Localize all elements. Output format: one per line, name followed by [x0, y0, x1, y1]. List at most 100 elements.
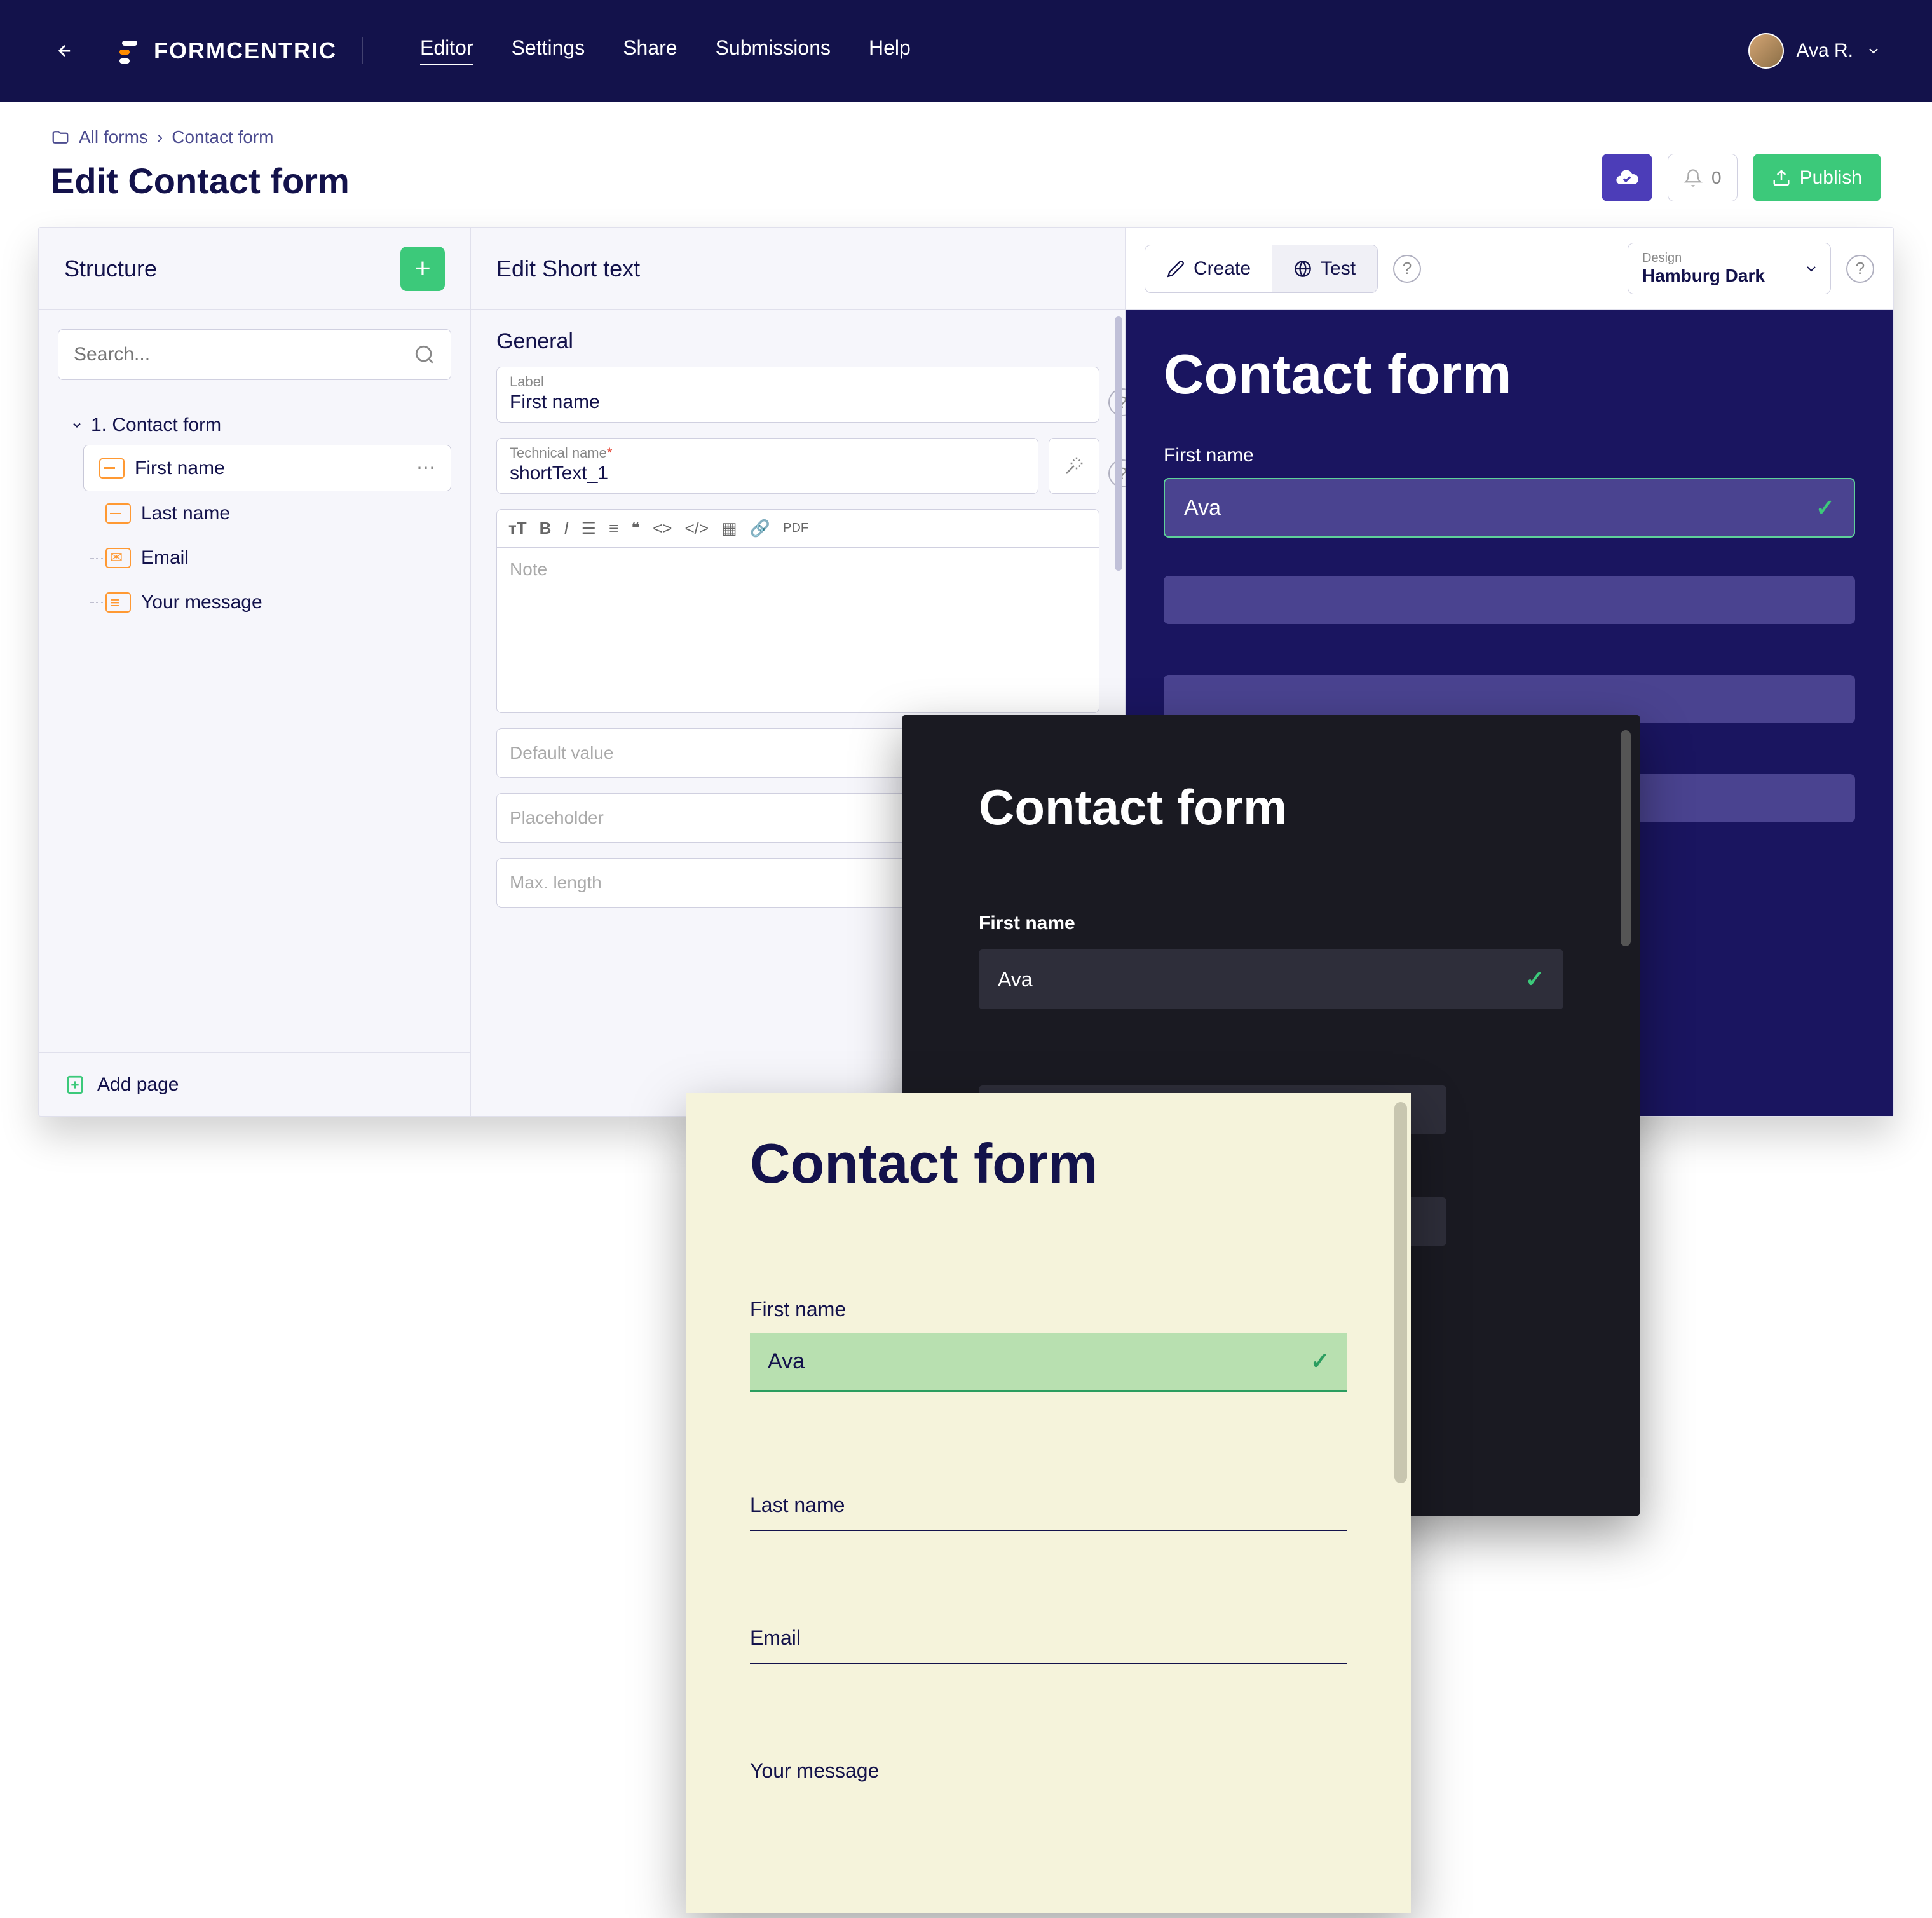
preview-frame-light: Contact form First name Ava ✓ Last name …	[686, 1093, 1411, 1913]
preview-firstname-input[interactable]: Ava ✓	[979, 949, 1563, 1009]
structure-tree: 1. Contact form First name ⋯ Last name E…	[39, 393, 470, 1052]
check-icon: ✓	[1525, 966, 1544, 993]
note-textarea[interactable]: Note	[496, 548, 1099, 713]
edit-title: Edit Short text	[496, 255, 640, 282]
preview-form-title: Contact form	[979, 779, 1563, 836]
preview-form-title: Contact form	[1164, 342, 1855, 407]
save-status-button[interactable]	[1602, 154, 1652, 201]
user-name: Ava R.	[1797, 40, 1854, 62]
preview-firstname-label: First name	[979, 913, 1563, 934]
label-input-wrap[interactable]: Label	[496, 367, 1099, 423]
section-general: General	[471, 310, 1125, 367]
breadcrumb: All forms › Contact form	[51, 127, 350, 147]
page-title: Edit Contact form	[51, 160, 350, 201]
quote-icon[interactable]: ❝	[631, 519, 640, 538]
nav-links: Editor Settings Share Submissions Help	[420, 36, 911, 65]
folder-icon	[51, 128, 70, 147]
chevron-down-icon	[1804, 261, 1819, 276]
preview-form-title: Contact form	[750, 1131, 1347, 1196]
nav-settings[interactable]: Settings	[512, 36, 585, 65]
number-list-icon[interactable]: ≡	[609, 519, 618, 538]
preview-email-input[interactable]	[750, 1661, 1347, 1664]
publish-button[interactable]: Publish	[1753, 154, 1881, 201]
tab-test[interactable]: Test	[1272, 245, 1377, 292]
logo[interactable]: FORMCENTRIC	[117, 37, 363, 64]
help-icon[interactable]: ?	[1846, 255, 1874, 283]
cloud-check-icon	[1614, 165, 1640, 191]
chevron-down-icon	[1866, 43, 1881, 58]
preview-firstname-label: First name	[1164, 445, 1855, 466]
upload-icon	[1772, 168, 1791, 187]
italic-icon[interactable]: I	[564, 519, 568, 538]
bullet-list-icon[interactable]: ☰	[582, 519, 596, 538]
label-input[interactable]	[510, 391, 1086, 413]
codeblock-icon[interactable]: </>	[685, 519, 709, 538]
structure-title: Structure	[64, 255, 157, 282]
logo-icon	[117, 38, 142, 64]
link-icon[interactable]: 🔗	[750, 519, 770, 538]
notifications-button[interactable]: 0	[1668, 154, 1738, 201]
preview-lastname-label: Last name	[750, 1493, 1347, 1517]
design-select[interactable]: Design Hamburg Dark	[1628, 243, 1831, 294]
item-menu-icon[interactable]: ⋯	[416, 457, 435, 479]
add-page-button[interactable]: Add page	[39, 1052, 470, 1116]
email-field-icon	[105, 548, 131, 568]
scrollbar[interactable]	[1394, 1102, 1407, 1483]
tree-item-message[interactable]: Your message	[90, 580, 451, 625]
tab-create[interactable]: Create	[1145, 245, 1272, 292]
tree-item-lastname[interactable]: Last name	[90, 491, 451, 536]
preview-firstname-label: First name	[750, 1298, 1347, 1321]
preview-field[interactable]	[1164, 576, 1855, 624]
code-icon[interactable]: <>	[653, 519, 672, 538]
avatar	[1748, 33, 1784, 69]
page-header: All forms › Contact form Edit Contact fo…	[0, 102, 1932, 227]
rtf-toolbar: ᴛT B I ☰ ≡ ❝ <> </> ▦ 🔗 PDF	[496, 509, 1099, 548]
check-icon: ✓	[1816, 494, 1835, 521]
nav-editor[interactable]: Editor	[420, 36, 473, 65]
check-icon: ✓	[1310, 1348, 1330, 1375]
globe-icon	[1294, 260, 1312, 278]
breadcrumb-root[interactable]: All forms	[79, 127, 148, 147]
tree-item-email[interactable]: Email	[90, 536, 451, 580]
nav-share[interactable]: Share	[623, 36, 677, 65]
scrollbar[interactable]	[1115, 316, 1122, 571]
techname-input-wrap[interactable]: Technical name*	[496, 438, 1038, 494]
techname-input[interactable]	[510, 463, 1025, 484]
publish-label: Publish	[1800, 167, 1862, 189]
help-icon[interactable]: ?	[1393, 255, 1421, 283]
breadcrumb-current: Contact form	[172, 127, 273, 147]
tree-root[interactable]: 1. Contact form	[58, 405, 451, 445]
back-button[interactable]	[51, 37, 79, 65]
search-icon	[414, 344, 435, 365]
search-input[interactable]	[74, 344, 414, 365]
pdf-icon[interactable]: PDF	[783, 521, 808, 536]
user-menu[interactable]: Ava R.	[1748, 33, 1882, 69]
text-field-icon	[105, 503, 131, 524]
pencil-icon	[1167, 260, 1185, 278]
text-field-icon	[99, 458, 125, 479]
nav-help[interactable]: Help	[869, 36, 911, 65]
preview-firstname-input[interactable]: Ava ✓	[1164, 478, 1855, 538]
top-nav: FORMCENTRIC Editor Settings Share Submis…	[0, 0, 1932, 102]
image-icon[interactable]: ▦	[721, 519, 737, 538]
header-actions: 0 Publish	[1602, 154, 1881, 201]
textarea-field-icon	[105, 592, 131, 613]
bell-icon	[1684, 168, 1703, 187]
preview-lastname-input[interactable]	[750, 1528, 1347, 1531]
chevron-down-icon	[71, 419, 83, 432]
magic-wand-icon	[1064, 456, 1084, 476]
structure-panel: Structure + 1. Contact form First name ⋯…	[39, 228, 471, 1116]
preview-firstname-input[interactable]: Ava ✓	[750, 1333, 1347, 1392]
generate-name-button[interactable]	[1049, 438, 1099, 494]
add-element-button[interactable]: +	[400, 247, 445, 291]
bold-icon[interactable]: B	[540, 519, 552, 538]
search-box[interactable]	[58, 329, 451, 380]
preview-message-label: Your message	[750, 1759, 1347, 1783]
nav-submissions[interactable]: Submissions	[716, 36, 831, 65]
preview-mode-tabs: Create Test	[1145, 245, 1378, 293]
scrollbar[interactable]	[1621, 730, 1631, 946]
tree-item-firstname[interactable]: First name ⋯	[83, 445, 451, 491]
notif-count: 0	[1711, 168, 1722, 188]
preview-email-label: Email	[750, 1626, 1347, 1650]
heading-icon[interactable]: ᴛT	[508, 519, 527, 538]
